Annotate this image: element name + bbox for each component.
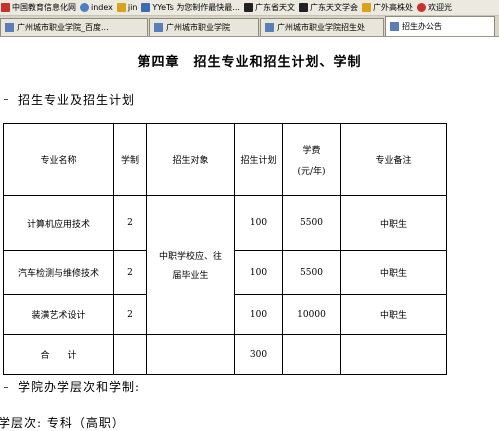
bookmarks-bar: 中国教育信息化网 index jin YYeTs 为您制作最快最... 广东省天…: [0, 0, 499, 16]
cell-fee: 5500: [282, 195, 341, 251]
cell-empty: [146, 334, 235, 375]
tab-admissions[interactable]: 广州城市职业学院招生处: [260, 18, 384, 36]
enrollment-table: 专业名称 学制 招生对象 招生计划 学费 (元/年) 专业备注 计算机应用技术 …: [3, 123, 447, 375]
cell-target: 中职学校应、往 届毕业生: [146, 195, 235, 335]
cell-target-line2: 届毕业生: [172, 271, 209, 281]
cell-note: 中职生: [340, 294, 447, 335]
bookmark-label: YYeTs 为您制作最快最...: [152, 3, 240, 12]
bookmark-item[interactable]: 欢迎光: [416, 0, 455, 15]
tab-label: 广州城市职业学院: [166, 23, 230, 32]
document-view: 第四章 招生专业和招生计划、学制 招生专业及招生计划 专业名称 学制 招生对象 …: [0, 37, 499, 431]
page-icon: [5, 23, 14, 32]
table-row: 计算机应用技术 2 中职学校应、往 届毕业生 100 5500 中职生: [3, 195, 447, 335]
education-level: 学层次: 专科（高职）: [0, 416, 125, 430]
cell-duration: 2: [113, 195, 147, 251]
tab-announcement[interactable]: 招生办公告: [385, 16, 495, 36]
bullet-dot: [4, 387, 8, 388]
bookmark-item[interactable]: 广外高株处: [361, 0, 416, 15]
section-heading: 招生专业及招生计划: [18, 93, 136, 107]
cell-duration: 2: [113, 250, 147, 295]
cell-fee: 10000: [282, 294, 341, 335]
page-icon: [361, 3, 371, 12]
bookmark-item[interactable]: 中国教育信息化网: [0, 0, 79, 15]
tab-label: 广州城市职业学院_百度...: [17, 23, 109, 32]
bookmark-label: 中国教育信息化网: [12, 3, 76, 12]
bookmark-label: jin: [127, 3, 138, 12]
cell-empty: [340, 334, 447, 375]
header-major: 专业名称: [3, 123, 114, 196]
star-icon: [243, 3, 253, 12]
tab-label: 招生办公告: [402, 22, 442, 31]
cell-note: 中职生: [340, 250, 447, 295]
page-icon: [154, 23, 163, 32]
tab-college[interactable]: 广州城市职业学院: [149, 18, 259, 36]
cell-plan: 100: [234, 195, 283, 251]
cell-fee: 5500: [282, 250, 341, 295]
bookmark-item[interactable]: YYeTs 为您制作最快最...: [140, 0, 243, 15]
bookmark-label: 广东省天文: [254, 3, 295, 12]
header-duration: 学制: [113, 123, 147, 196]
tab-baidu[interactable]: 广州城市职业学院_百度...: [0, 18, 148, 36]
cell-major: 计算机应用技术: [3, 195, 114, 251]
header-plan: 招生计划: [234, 123, 283, 196]
bookmark-item[interactable]: 广东天文学会: [298, 0, 361, 15]
bullet-dot: [4, 99, 8, 100]
header-fee-line2: (元/年): [297, 166, 326, 177]
table-header-row: 专业名称 学制 招生对象 招生计划 学费 (元/年) 专业备注: [3, 123, 447, 196]
face-icon: [416, 3, 426, 12]
header-note: 专业备注: [340, 123, 447, 196]
cell-empty: [113, 334, 147, 375]
bookmark-icon: [116, 3, 126, 12]
table-total-row: 合 计 300: [3, 334, 447, 375]
cell-total-label: 合 计: [3, 334, 114, 375]
cell-plan: 100: [234, 250, 283, 295]
cell-empty: [282, 334, 341, 375]
bookmark-label: 广东天文学会: [309, 3, 358, 12]
page-icon: [265, 23, 274, 32]
header-fee: 学费 (元/年): [282, 123, 341, 196]
bookmark-item[interactable]: jin: [116, 0, 141, 15]
cell-total-plan: 300: [234, 334, 283, 375]
tab-label: 广州城市职业学院招生处: [277, 23, 365, 32]
cell-target-line1: 中职学校应、往: [158, 252, 222, 262]
header-fee-line1: 学费: [302, 145, 321, 156]
yyets-icon: [141, 3, 151, 12]
header-target: 招生对象: [146, 123, 235, 196]
cell-duration: 2: [113, 294, 147, 335]
cell-major: 汽车检测与维修技术: [3, 250, 114, 295]
tab-bar: 广州城市职业学院_百度... 广州城市职业学院 广州城市职业学院招生处 招生办公…: [0, 16, 499, 37]
bookmark-label: index: [91, 3, 113, 12]
page-icon: [390, 22, 399, 31]
section-heading: 学院办学层次和学制:: [18, 380, 141, 394]
cell-note: 中职生: [340, 195, 447, 251]
bookmark-item[interactable]: 广东省天文: [243, 0, 298, 15]
bookmark-label: 广外高株处: [372, 3, 413, 12]
cell-plan: 100: [234, 294, 283, 335]
bookmark-label: 欢迎光: [427, 3, 452, 12]
bookmark-item[interactable]: index: [79, 0, 116, 15]
cell-major: 装潢艺术设计: [3, 294, 114, 335]
red-square-icon: [1, 3, 10, 12]
globe-icon: [80, 3, 89, 12]
star-icon: [298, 3, 308, 12]
page-title: 第四章 招生专业和招生计划、学制: [137, 55, 362, 70]
